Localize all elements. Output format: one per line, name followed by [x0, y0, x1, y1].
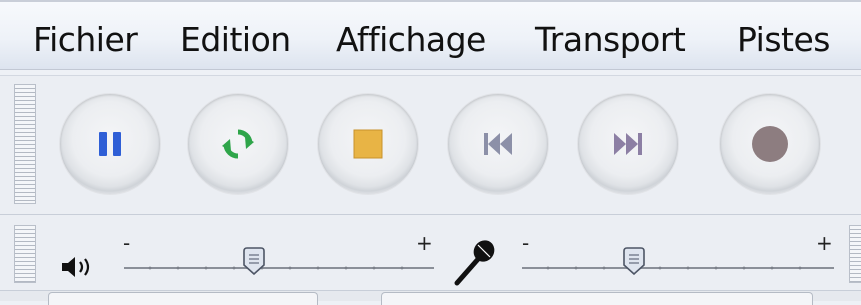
menu-bar: Fichier Edition Affichage Transport Pist… — [0, 0, 861, 70]
skip-to-start-icon — [484, 133, 512, 155]
microphone-icon — [454, 240, 495, 286]
speaker-icon — [62, 257, 90, 277]
loop-play-icon — [222, 129, 254, 159]
record-button[interactable] — [720, 94, 820, 194]
menu-transport[interactable]: Transport — [535, 20, 686, 60]
stop-button[interactable] — [318, 94, 418, 194]
recording-slider-ticks — [534, 265, 826, 271]
skip-to-end-icon — [614, 133, 642, 155]
selection-toolbar-field[interactable] — [381, 292, 813, 305]
toolbar-grip[interactable] — [14, 225, 36, 283]
toolbar-grip[interactable] — [14, 84, 36, 204]
selection-toolbar-field[interactable] — [48, 292, 318, 305]
stop-icon — [353, 129, 383, 159]
toolbar-grip-right[interactable] — [849, 225, 861, 283]
skip-to-end-button[interactable] — [578, 94, 678, 194]
skip-to-start-button[interactable] — [448, 94, 548, 194]
playback-slider-ticks — [136, 265, 426, 271]
menu-fichier[interactable]: Fichier — [33, 20, 138, 60]
menu-affichage[interactable]: Affichage — [336, 20, 486, 60]
playback-min-label: - — [123, 231, 131, 255]
recording-volume-slider-thumb[interactable] — [622, 247, 646, 275]
transport-toolbar — [0, 75, 861, 215]
pause-icon — [99, 132, 121, 156]
playback-max-label: + — [416, 231, 433, 255]
menu-pistes[interactable]: Pistes — [737, 20, 830, 60]
loop-play-button[interactable] — [188, 94, 288, 194]
pause-button[interactable] — [60, 94, 160, 194]
recording-min-label: - — [522, 231, 530, 255]
record-icon — [752, 126, 788, 162]
recording-max-label: + — [816, 231, 833, 255]
playback-volume-slider-thumb[interactable] — [242, 247, 266, 275]
menu-edition[interactable]: Edition — [180, 20, 291, 60]
